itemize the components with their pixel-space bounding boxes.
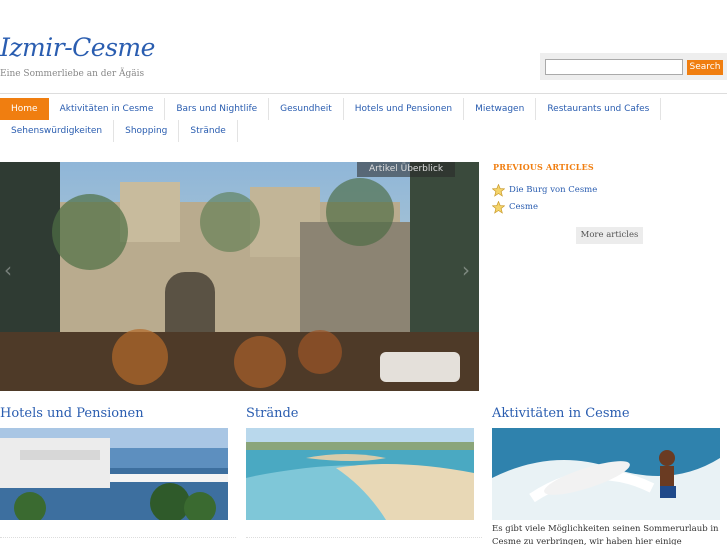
- aktivitaeten-excerpt: Es gibt viele Möglichkeiten seinen Somme…: [492, 524, 719, 545]
- aktivitaeten-thumbnail[interactable]: [492, 428, 720, 520]
- nav-item-aktivitaeten[interactable]: Aktivitäten in Cesme: [49, 98, 166, 120]
- hotels-photo: [0, 428, 228, 520]
- nav-item-restaurants[interactable]: Restaurants und Cafes: [536, 98, 662, 120]
- previous-article-link[interactable]: Cesme: [509, 202, 538, 212]
- search-button[interactable]: Search: [687, 60, 723, 75]
- more-articles-button[interactable]: More articles: [576, 227, 643, 244]
- star-icon: [492, 200, 505, 214]
- site-tagline: Eine Sommerliebe an der Ägäis: [0, 69, 145, 79]
- hero-slider-image[interactable]: [0, 162, 479, 391]
- nav-item-home[interactable]: Home: [0, 98, 49, 120]
- previous-articles-title: PREVIOUS ARTICLES: [493, 162, 594, 172]
- section-divider: [246, 537, 482, 538]
- section-divider: [0, 537, 236, 538]
- nav-row-2: Sehenswürdigkeiten Shopping Strände: [0, 120, 238, 146]
- hero-caption[interactable]: Artikel Überblick: [357, 162, 455, 177]
- nav-item-shopping[interactable]: Shopping: [114, 120, 180, 142]
- search-box: Search: [540, 53, 727, 80]
- nav-item-hotels[interactable]: Hotels und Pensionen: [344, 98, 465, 120]
- section-title-hotels[interactable]: Hotels und Pensionen: [0, 406, 144, 421]
- search-input[interactable]: [545, 59, 683, 75]
- previous-article-link[interactable]: Die Burg von Cesme: [509, 185, 597, 195]
- main-nav: Home Aktivitäten in Cesme Bars und Night…: [0, 93, 727, 145]
- hotels-thumbnail[interactable]: [0, 428, 228, 520]
- beach-photo: [246, 428, 474, 520]
- site-title[interactable]: Izmir-Cesme: [0, 33, 155, 62]
- previous-article-item[interactable]: Die Burg von Cesme: [492, 183, 597, 197]
- nav-item-sehenswuerdigkeiten[interactable]: Sehenswürdigkeiten: [0, 120, 115, 142]
- nav-item-mietwagen[interactable]: Mietwagen: [464, 98, 537, 120]
- section-title-straende[interactable]: Strände: [246, 406, 298, 421]
- chevron-right-icon[interactable]: ›: [462, 258, 478, 282]
- straende-thumbnail[interactable]: [246, 428, 474, 520]
- section-title-aktivitaeten[interactable]: Aktivitäten in Cesme: [492, 406, 630, 421]
- star-icon: [492, 183, 505, 197]
- nav-item-gesundheit[interactable]: Gesundheit: [269, 98, 344, 120]
- surfer-photo: [492, 428, 720, 520]
- chevron-left-icon[interactable]: ‹: [4, 258, 22, 282]
- hero-photo: [0, 162, 479, 391]
- previous-article-item[interactable]: Cesme: [492, 200, 538, 214]
- nav-item-bars[interactable]: Bars und Nightlife: [165, 98, 270, 120]
- nav-item-straende[interactable]: Strände: [179, 120, 238, 142]
